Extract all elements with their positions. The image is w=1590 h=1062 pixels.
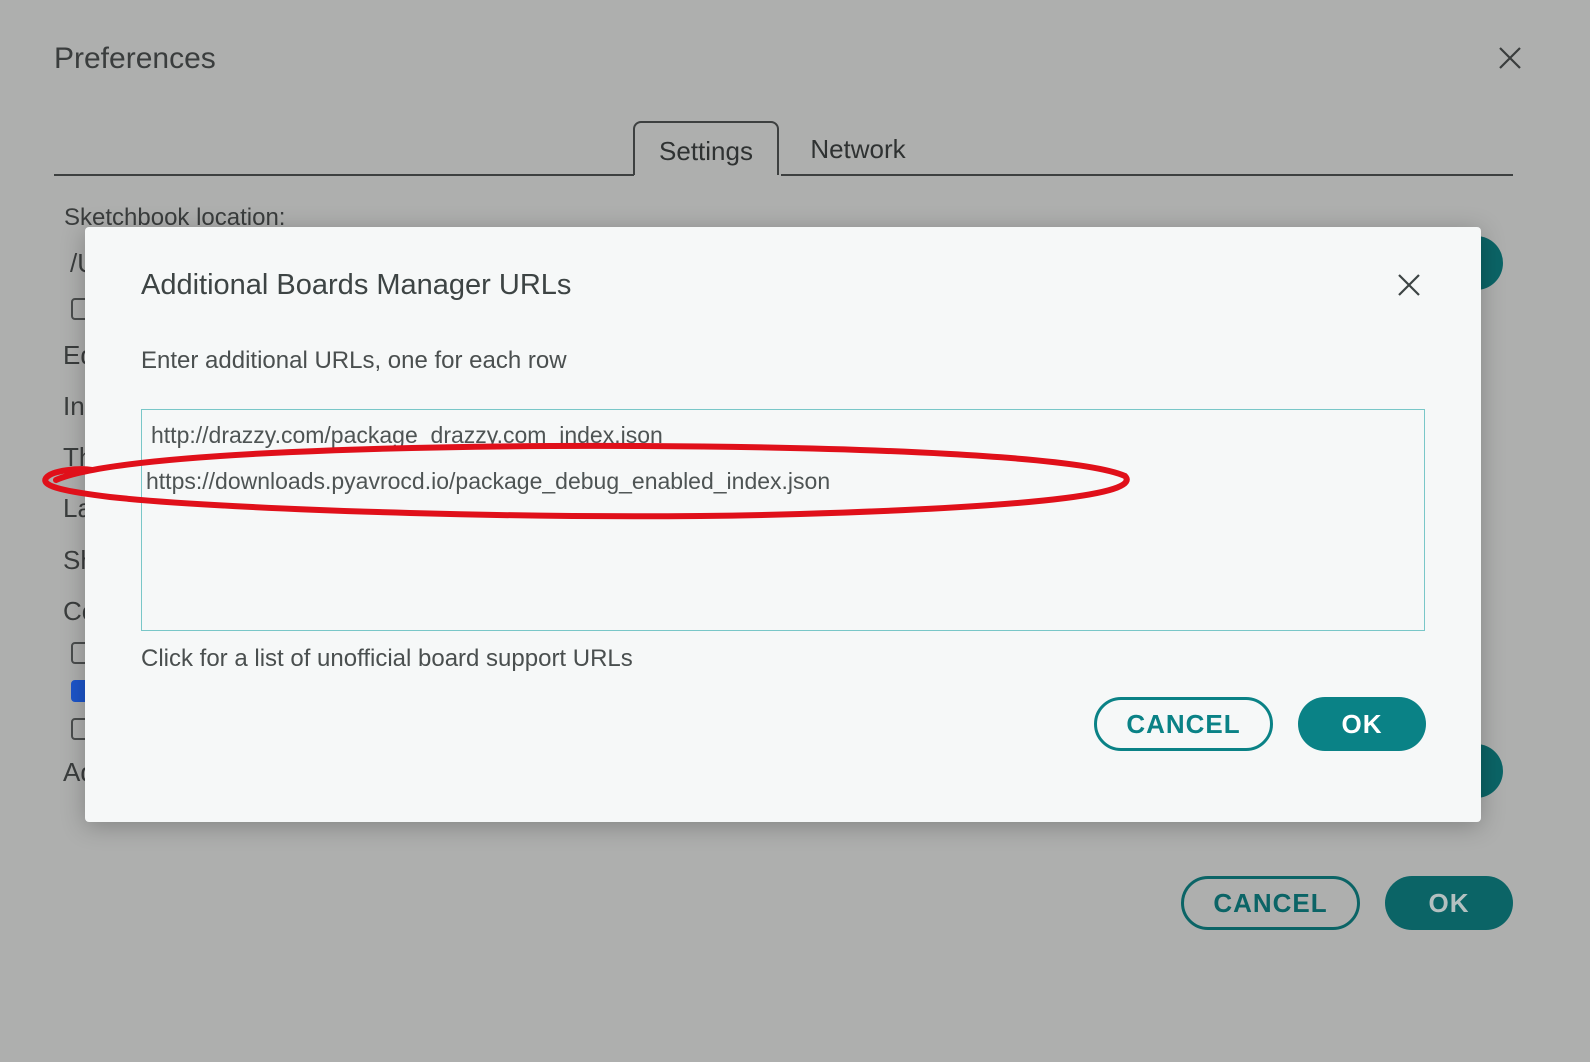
close-icon[interactable] [1395,271,1425,301]
ok-button[interactable]: OK [1298,697,1426,751]
urls-textarea[interactable]: http://drazzy.com/package_drazzy.com_ind… [141,409,1425,631]
preferences-title: Preferences [54,42,216,75]
preferences-cancel-button[interactable]: CANCEL [1181,876,1360,930]
unofficial-urls-link[interactable]: Click for a list of unofficial board sup… [141,645,633,673]
dialog-instruction: Enter additional URLs, one for each row [141,347,567,374]
setting-label: In [63,391,85,421]
url-row: https://downloads.pyavrocd.io/package_de… [146,468,831,494]
tab-network[interactable]: Network [793,121,923,175]
cancel-button[interactable]: CANCEL [1094,697,1273,751]
close-icon[interactable] [1496,44,1526,74]
tab-bar-divider [54,174,634,176]
preferences-ok-button[interactable]: OK [1385,876,1513,930]
dialog-title: Additional Boards Manager URLs [141,269,572,301]
url-row: http://drazzy.com/package_drazzy.com_ind… [151,422,663,448]
boards-manager-urls-dialog: Additional Boards Manager URLs Enter add… [85,227,1481,822]
tab-settings[interactable]: Settings [633,121,779,175]
